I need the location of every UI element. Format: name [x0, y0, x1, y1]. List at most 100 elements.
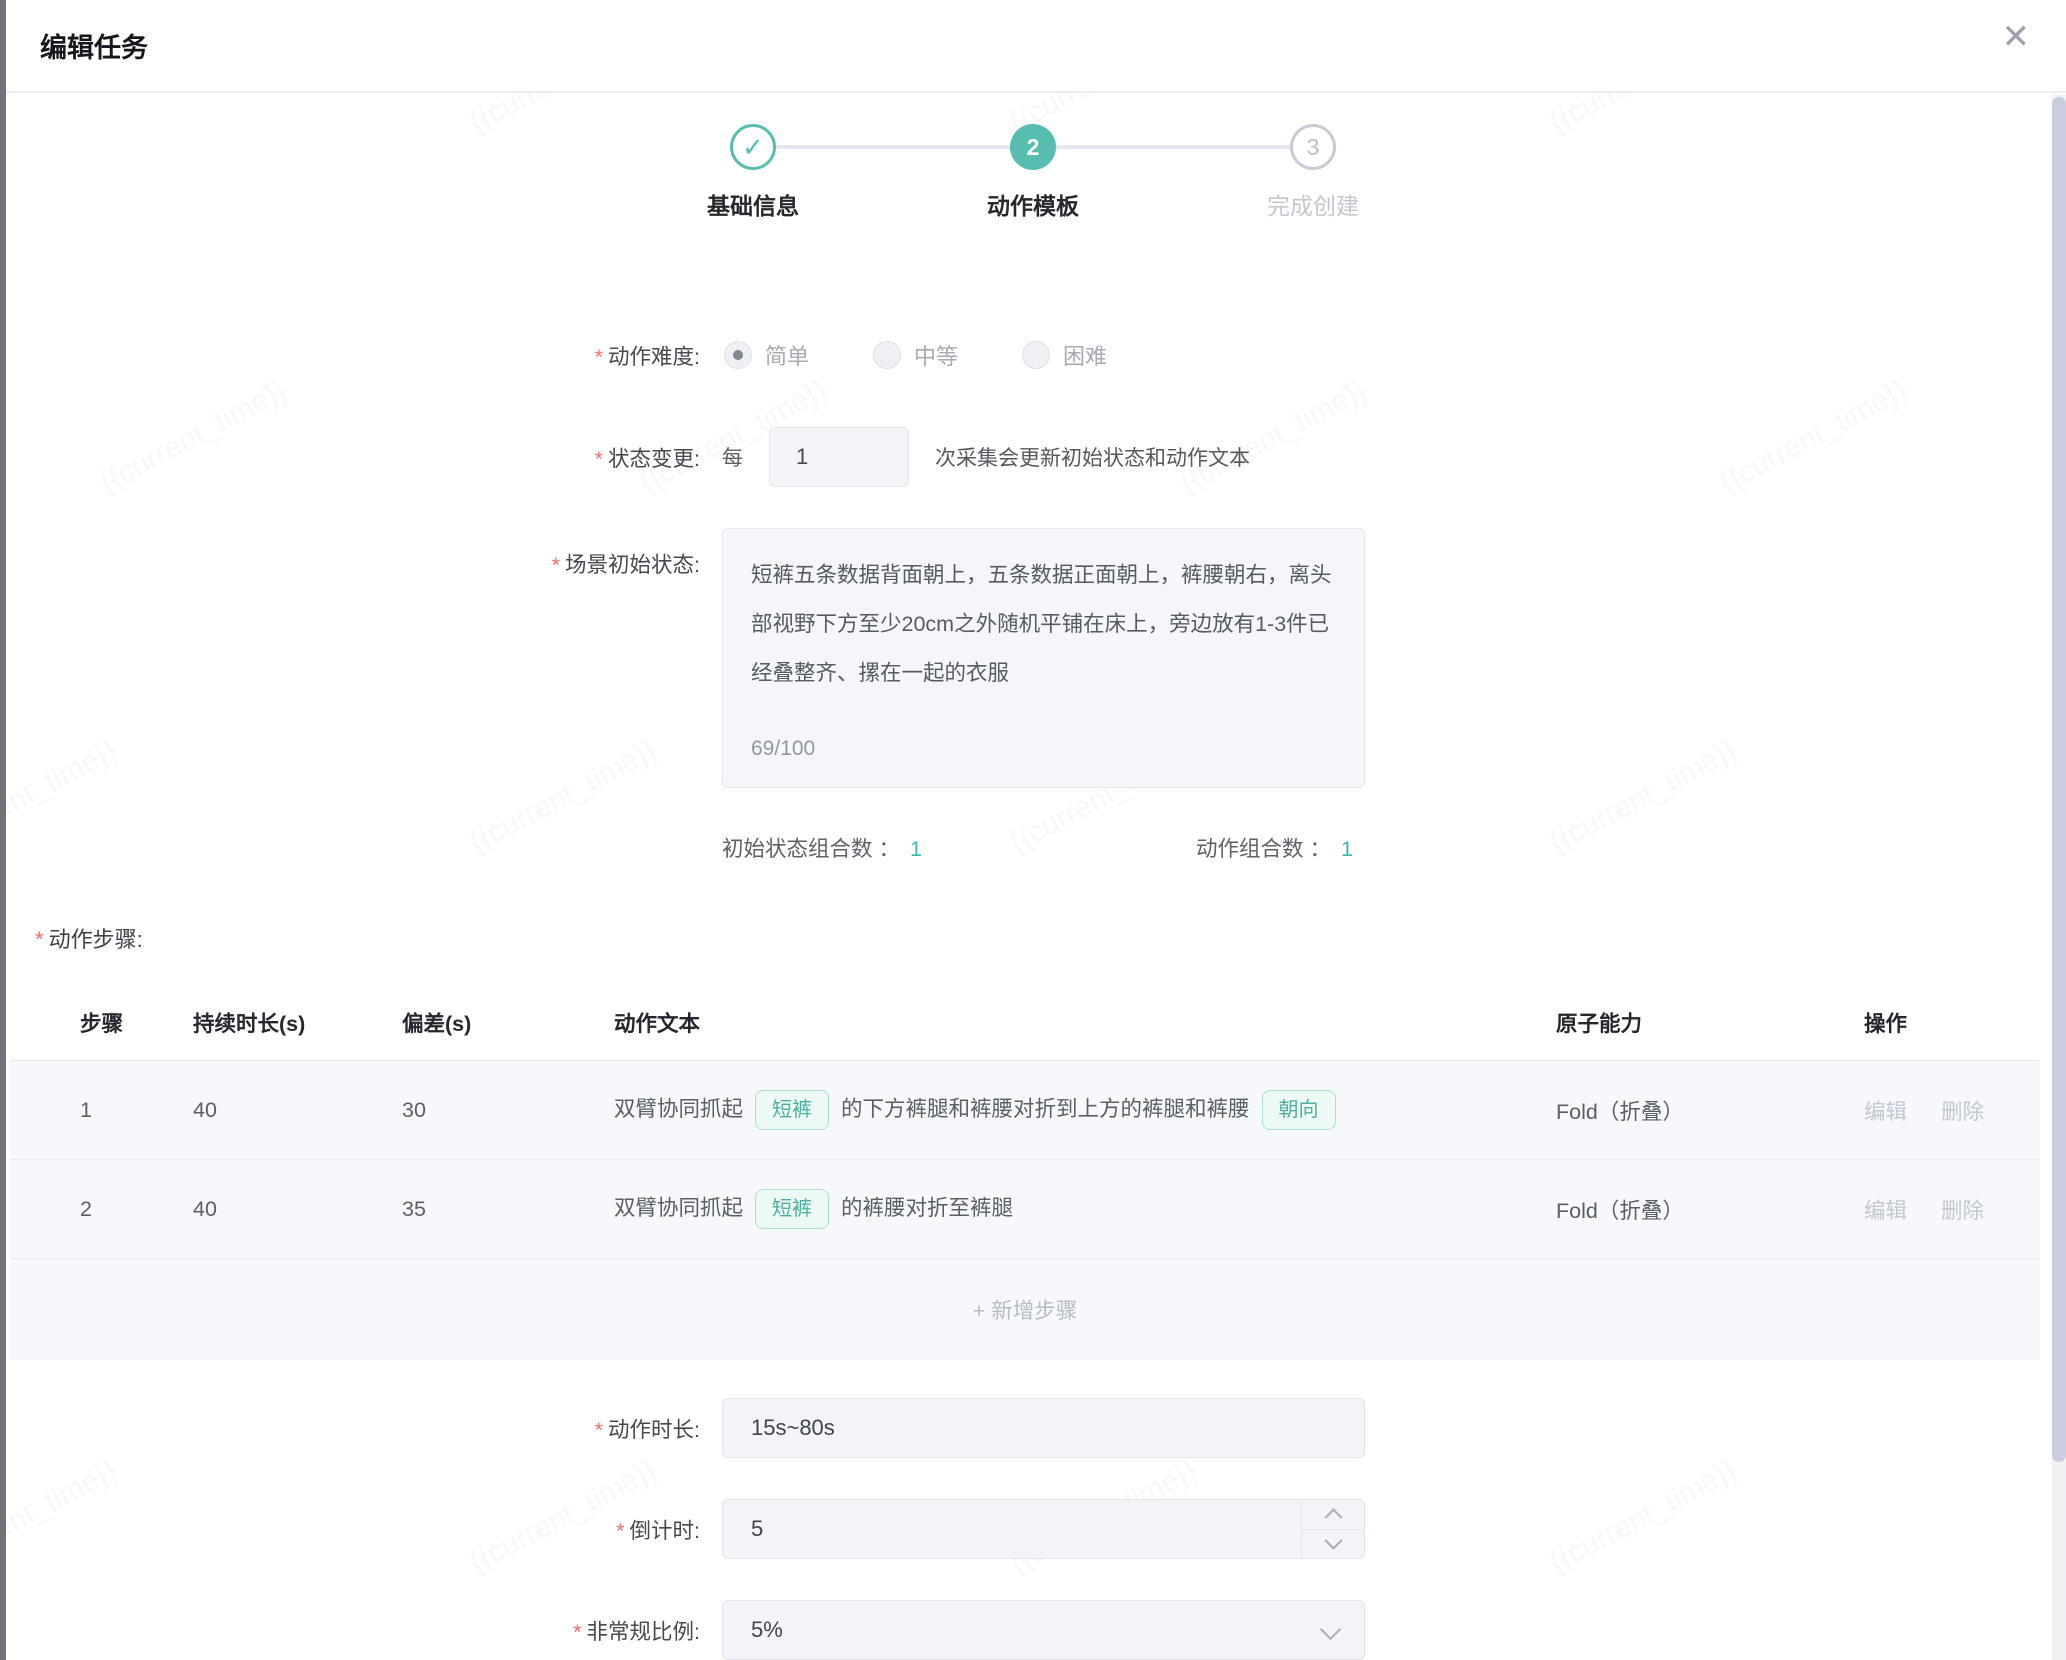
action-text-segment: 双臂协同抓起: [614, 1097, 743, 1121]
number-spinner: [1301, 1500, 1364, 1558]
difficulty-label: *动作难度:: [0, 340, 700, 371]
ratio-row: *非常规比例: 5%: [0, 1600, 2066, 1660]
cell-atomic-ability: Fold（折叠）: [1556, 1095, 1864, 1126]
radio-icon[interactable]: [1022, 341, 1050, 369]
step-number: 2: [1010, 124, 1056, 170]
required-asterisk: *: [595, 345, 603, 369]
ratio-label: *非常规比例:: [0, 1615, 700, 1646]
cell-atomic-ability: Fold（折叠）: [1556, 1194, 1864, 1225]
initial-state-textarea[interactable]: 短裤五条数据背面朝上，五条数据正面朝上，裤腰朝右，离头部视野下方至少20cm之外…: [722, 528, 1365, 788]
state-change-label: *状态变更:: [0, 442, 700, 473]
ratio-select[interactable]: 5%: [722, 1600, 1365, 1660]
required-asterisk: *: [573, 1620, 581, 1644]
chevron-down-icon: [1320, 1619, 1341, 1640]
step-basic-info: ✓ 基础信息: [613, 124, 893, 221]
check-icon: ✓: [730, 124, 776, 170]
scrollbar-track[interactable]: [2052, 95, 2066, 1660]
step-complete-creation: 3 完成创建: [1173, 124, 1453, 221]
required-asterisk: *: [35, 927, 44, 952]
increment-button[interactable]: [1302, 1500, 1364, 1530]
edit-link[interactable]: 编辑: [1864, 1100, 1907, 1124]
initial-state-label: *场景初始状态:: [0, 548, 700, 579]
cell-action-text: 双臂协同抓起短裤的裤腰对折至裤腿: [614, 1189, 1556, 1229]
cell-duration: 40: [193, 1098, 402, 1123]
char-counter: 69/100: [751, 724, 815, 773]
initial-combo-value: 1: [910, 837, 922, 861]
table-header-cell: 操作: [1864, 1007, 2040, 1038]
table-header-row: 步骤持续时长(s)偏差(s)动作文本原子能力操作: [10, 985, 2040, 1061]
cell-deviation: 35: [402, 1197, 614, 1222]
action-text-segment: 的裤腰对折至裤腿: [841, 1196, 1013, 1220]
step-action-template: 2 动作模板: [893, 124, 1173, 221]
cell-step: 1: [80, 1098, 193, 1123]
delete-link[interactable]: 删除: [1941, 1199, 1984, 1223]
step-number: 3: [1290, 124, 1336, 170]
close-icon[interactable]: ✕: [2002, 20, 2031, 54]
duration-value: 15s~80s: [751, 1415, 835, 1441]
dialog-header: 编辑任务 ✕: [0, 0, 2066, 93]
object-tag: 朝向: [1262, 1090, 1336, 1130]
radio-option-label: 简单: [765, 339, 809, 371]
countdown-label: *倒计时:: [0, 1514, 700, 1545]
cell-operations: 编辑 删除: [1864, 1194, 2040, 1225]
add-step-button[interactable]: + 新增步骤: [10, 1259, 2040, 1360]
initial-state-text: 短裤五条数据背面朝上，五条数据正面朝上，裤腰朝右，离头部视野下方至少20cm之外…: [751, 563, 1332, 685]
countdown-row: *倒计时: 5: [0, 1499, 2066, 1559]
delete-link[interactable]: 删除: [1941, 1100, 1984, 1124]
action-text-segment: 双臂协同抓起: [614, 1196, 743, 1220]
cell-operations: 编辑 删除: [1864, 1095, 2040, 1126]
radio-icon[interactable]: [873, 341, 901, 369]
duration-label: *动作时长:: [0, 1413, 700, 1444]
state-change-prefix: 每: [722, 442, 743, 472]
scrollbar-thumb[interactable]: [2052, 97, 2066, 1462]
cell-duration: 40: [193, 1197, 402, 1222]
table-header-cell: 持续时长(s): [193, 1007, 402, 1038]
duration-input[interactable]: 15s~80s: [722, 1398, 1365, 1458]
chevron-up-icon: [1324, 1508, 1342, 1526]
table-header-cell: 偏差(s): [402, 1007, 614, 1038]
stepper: ✓ 基础信息 2 动作模板 3 完成创建: [613, 124, 1453, 254]
ratio-value: 5%: [751, 1617, 783, 1643]
radio-icon[interactable]: [724, 341, 752, 369]
difficulty-radio-option[interactable]: 困难: [1022, 339, 1107, 371]
action-combo-count: 动作组合数：1: [1196, 832, 1353, 863]
radio-selected-dot: [733, 350, 743, 360]
initial-combo-label: 初始状态组合数: [722, 837, 873, 861]
action-steps-table: 步骤持续时长(s)偏差(s)动作文本原子能力操作 14030双臂协同抓起短裤的下…: [10, 985, 2040, 1360]
state-change-suffix: 次采集会更新初始状态和动作文本: [935, 442, 1250, 472]
action-steps-label: *动作步骤:: [35, 922, 143, 954]
table-header-cell: 步骤: [80, 1007, 193, 1038]
dialog-title: 编辑任务: [40, 26, 148, 65]
required-asterisk: *: [595, 1418, 603, 1442]
object-tag: 短裤: [755, 1189, 829, 1229]
difficulty-radio-option[interactable]: 中等: [873, 339, 958, 371]
edit-link[interactable]: 编辑: [1864, 1199, 1907, 1223]
duration-row: *动作时长: 15s~80s: [0, 1398, 2066, 1458]
cell-action-text: 双臂协同抓起短裤的下方裤腿和裤腰对折到上方的裤腿和裤腰朝向: [614, 1090, 1556, 1130]
step-label: 完成创建: [1173, 187, 1453, 221]
action-combo-label: 动作组合数: [1196, 837, 1304, 861]
table-header-cell: 动作文本: [614, 1007, 1556, 1038]
countdown-input[interactable]: 5: [722, 1499, 1365, 1559]
difficulty-radio-option[interactable]: 简单: [724, 339, 809, 371]
table-body: 14030双臂协同抓起短裤的下方裤腿和裤腰对折到上方的裤腿和裤腰朝向Fold（折…: [10, 1061, 2040, 1259]
initial-combo-count: 初始状态组合数： 1: [722, 832, 922, 863]
radio-option-label: 困难: [1063, 339, 1107, 371]
object-tag: 短裤: [755, 1090, 829, 1130]
chevron-down-icon: [1324, 1532, 1342, 1550]
difficulty-options: 简单 中等 困难: [724, 339, 1107, 371]
cell-step: 2: [80, 1197, 193, 1222]
difficulty-row: *动作难度: 简单 中等 困难: [0, 327, 2066, 383]
radio-option-label: 中等: [914, 339, 958, 371]
page-edge-strip: [0, 0, 6, 1660]
table-row: 14030双臂协同抓起短裤的下方裤腿和裤腰对折到上方的裤腿和裤腰朝向Fold（折…: [10, 1061, 2040, 1160]
step-label: 基础信息: [613, 187, 893, 221]
colon: ：: [879, 837, 901, 861]
decrement-button[interactable]: [1302, 1530, 1364, 1559]
state-change-input[interactable]: [769, 427, 909, 487]
table-row: 24035双臂协同抓起短裤的裤腰对折至裤腿Fold（折叠）编辑删除: [10, 1160, 2040, 1259]
cell-deviation: 30: [402, 1098, 614, 1123]
state-change-row: *状态变更: 每 次采集会更新初始状态和动作文本: [0, 427, 2066, 487]
action-text-segment: 的下方裤腿和裤腰对折到上方的裤腿和裤腰: [841, 1097, 1250, 1121]
action-combo-value: 1: [1341, 837, 1353, 861]
